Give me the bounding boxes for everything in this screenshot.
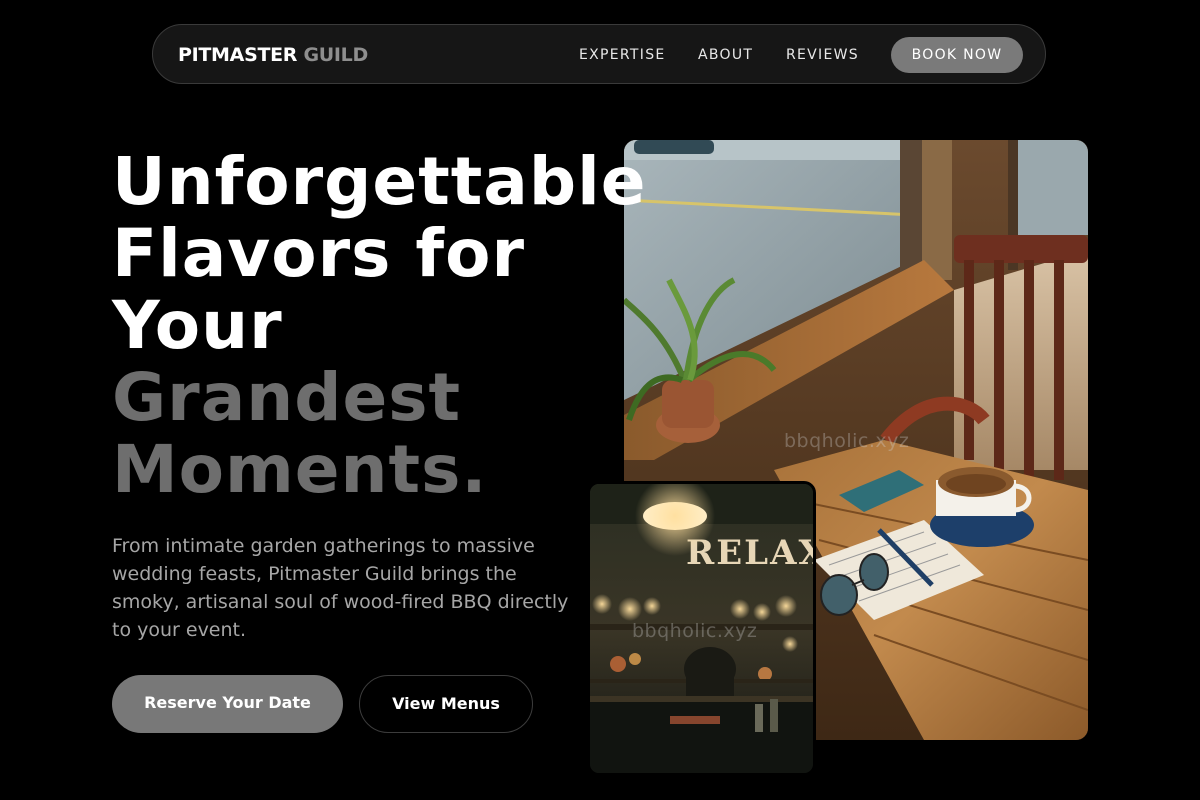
hero-description: From intimate garden gatherings to massi…: [112, 535, 569, 641]
brand-name-secondary: GUILD: [303, 44, 368, 66]
view-menus-button[interactable]: View Menus: [359, 675, 533, 733]
headline-line-5: Moments.: [112, 431, 488, 508]
headline-line-3: Your: [112, 287, 283, 364]
headline-line-2: Flavors for: [112, 215, 526, 292]
headline-line-4: Grandest: [112, 359, 462, 436]
brand-logo[interactable]: PITMASTER GUILD: [178, 44, 368, 66]
brand-name-primary: PITMASTER: [178, 44, 298, 66]
headline-line-1: Unforgettable: [112, 143, 647, 220]
cafe-image-watermark: bbqholic.xyz: [784, 430, 910, 452]
page: PITMASTER GUILD EXPERTISE ABOUT REVIEWS …: [0, 0, 1200, 800]
nav-link-about[interactable]: ABOUT: [698, 46, 753, 64]
top-navigation-bar: PITMASTER GUILD EXPERTISE ABOUT REVIEWS …: [152, 24, 1046, 84]
reserve-your-date-button[interactable]: Reserve Your Date: [112, 675, 343, 733]
nav-link-reviews[interactable]: REVIEWS: [786, 46, 859, 64]
nav-link-expertise[interactable]: EXPERTISE: [579, 46, 666, 64]
book-now-button[interactable]: BOOK NOW: [891, 37, 1023, 73]
hero-headline: Unforgettable Flavors for Your Grandest …: [112, 146, 646, 506]
bar-image-watermark: bbqholic.xyz: [632, 620, 758, 642]
